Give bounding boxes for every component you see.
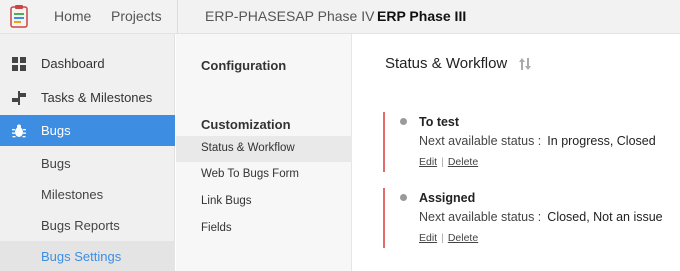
sidebar-subitem-bugs[interactable]: Bugs <box>0 148 175 179</box>
next-status-text: Next available status : Closed, Not an is… <box>419 210 663 224</box>
status-dot-icon <box>400 118 407 125</box>
signpost-icon <box>11 90 27 106</box>
separator: | <box>441 232 444 244</box>
settings-item-fields[interactable]: Fields <box>176 216 352 242</box>
status-item: Assigned Next available status : Closed, … <box>383 188 673 248</box>
separator: | <box>441 156 444 168</box>
next-status-value: In progress, Closed <box>547 134 656 148</box>
settings-menu: Configuration Customization Status & Wor… <box>176 34 352 271</box>
configuration-heading: Configuration <box>201 58 287 73</box>
status-name: To test <box>419 115 460 129</box>
sidebar-item-label: Tasks & Milestones <box>41 90 153 105</box>
app-logo-icon[interactable] <box>5 3 33 31</box>
status-dot-icon <box>400 194 407 201</box>
sidebar-item-dashboard[interactable]: Dashboard <box>0 48 175 79</box>
status-actions: Edit | Delete <box>419 156 478 168</box>
settings-item-web-to-bugs-form[interactable]: Web To Bugs Form <box>176 162 352 188</box>
edit-link[interactable]: Edit <box>419 156 437 168</box>
status-item: To test Next available status : In progre… <box>383 112 673 172</box>
settings-item-link-bugs[interactable]: Link Bugs <box>176 189 352 215</box>
settings-item-label: Web To Bugs Form <box>201 168 300 180</box>
page-title: Status & Workflow <box>385 55 508 72</box>
edit-link[interactable]: Edit <box>419 232 437 244</box>
sidebar-subitem-bugs-settings[interactable]: Bugs Settings <box>0 241 175 271</box>
main-content: Status & Workflow To test Next available… <box>353 34 680 271</box>
next-status-label: Next available status : <box>419 210 542 224</box>
sidebar-item-tasks-milestones[interactable]: Tasks & Milestones <box>0 82 175 113</box>
status-actions: Edit | Delete <box>419 232 478 244</box>
customization-heading: Customization <box>201 117 291 132</box>
top-bar: Home Projects ERP-PHASE SAP Phase IV ERP… <box>0 0 680 34</box>
sidebar: Dashboard Tasks & Milestones Bugs Bugs M <box>0 34 175 271</box>
sidebar-item-label: Bugs <box>41 123 71 138</box>
settings-item-label: Link Bugs <box>201 195 252 207</box>
sidebar-subitem-label: Bugs Settings <box>41 249 122 264</box>
next-status-label: Next available status : <box>419 134 542 148</box>
bug-icon <box>11 123 27 139</box>
project-tab-erp-phase-iii[interactable]: ERP Phase III <box>377 8 466 24</box>
next-status-text: Next available status : In progress, Clos… <box>419 134 656 148</box>
sidebar-subitem-label: Bugs <box>41 156 71 171</box>
next-status-value: Closed, Not an issue <box>547 210 663 224</box>
sidebar-item-label: Dashboard <box>41 56 105 71</box>
settings-item-status-workflow[interactable]: Status & Workflow <box>176 136 352 162</box>
nav-home[interactable]: Home <box>54 8 91 24</box>
divider <box>177 0 178 34</box>
project-tab-erp-phase[interactable]: ERP-PHASE <box>205 8 286 24</box>
nav-projects[interactable]: Projects <box>111 8 162 24</box>
delete-link[interactable]: Delete <box>448 232 478 244</box>
status-name: Assigned <box>419 191 476 205</box>
sidebar-subitem-label: Milestones <box>41 187 104 202</box>
sort-icon[interactable] <box>518 57 532 71</box>
project-tab-sap-phase-iv[interactable]: SAP Phase IV <box>286 8 374 24</box>
settings-item-label: Fields <box>201 222 232 234</box>
sidebar-subitem-label: Bugs Reports <box>41 218 120 233</box>
settings-item-label: Status & Workflow <box>201 142 295 154</box>
sidebar-item-bugs[interactable]: Bugs <box>0 115 175 146</box>
delete-link[interactable]: Delete <box>448 156 478 168</box>
grid-icon <box>11 56 27 72</box>
sidebar-subitem-milestones[interactable]: Milestones <box>0 179 175 210</box>
sidebar-subitem-bugs-reports[interactable]: Bugs Reports <box>0 210 175 241</box>
